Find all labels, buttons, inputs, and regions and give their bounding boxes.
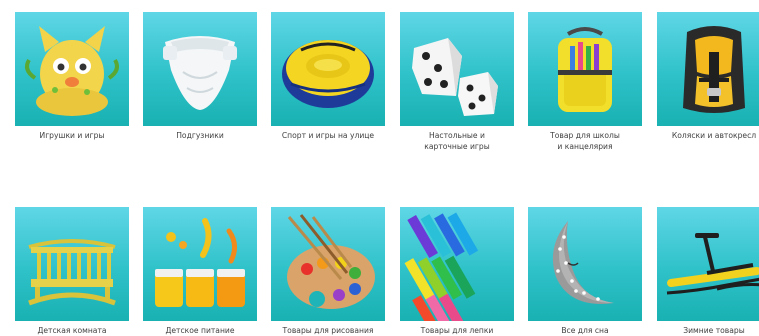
category-label[interactable]: Настольные и карточные игры <box>392 130 522 152</box>
school-backpack-icon[interactable] <box>528 12 642 126</box>
moon-pillow-icon[interactable] <box>528 207 642 321</box>
category-label[interactable]: Коляски и автокресл <box>649 130 759 141</box>
category-label[interactable]: Зимние товары <box>649 325 759 336</box>
crib-icon[interactable] <box>15 207 129 321</box>
category-label[interactable]: Детское питание <box>135 325 265 336</box>
baby-food-jars-icon[interactable] <box>143 207 257 321</box>
snow-scooter-icon[interactable] <box>657 207 759 321</box>
category-label[interactable]: Подгузники <box>135 130 265 141</box>
snow-tube-icon[interactable] <box>271 12 385 126</box>
modeling-clay-icon[interactable] <box>400 207 514 321</box>
plush-cat-toy-icon[interactable] <box>15 12 129 126</box>
category-grid: Игрушки и игры Подгузники Спорт и игры н… <box>0 0 759 335</box>
category-label[interactable]: Игрушки и игры <box>7 130 137 141</box>
dice-icon[interactable] <box>400 12 514 126</box>
category-label[interactable]: Товар для школы и канцелярия <box>520 130 650 152</box>
category-label[interactable]: Спорт и игры на улице <box>263 130 393 141</box>
paint-palette-icon[interactable] <box>271 207 385 321</box>
category-label[interactable]: Товары для рисования <box>263 325 393 336</box>
category-label[interactable]: Товары для лепки <box>392 325 522 336</box>
diaper-icon[interactable] <box>143 12 257 126</box>
category-label[interactable]: Детская комната <box>7 325 137 336</box>
category-label[interactable]: Все для сна <box>520 325 650 336</box>
car-seat-icon[interactable] <box>657 12 759 126</box>
